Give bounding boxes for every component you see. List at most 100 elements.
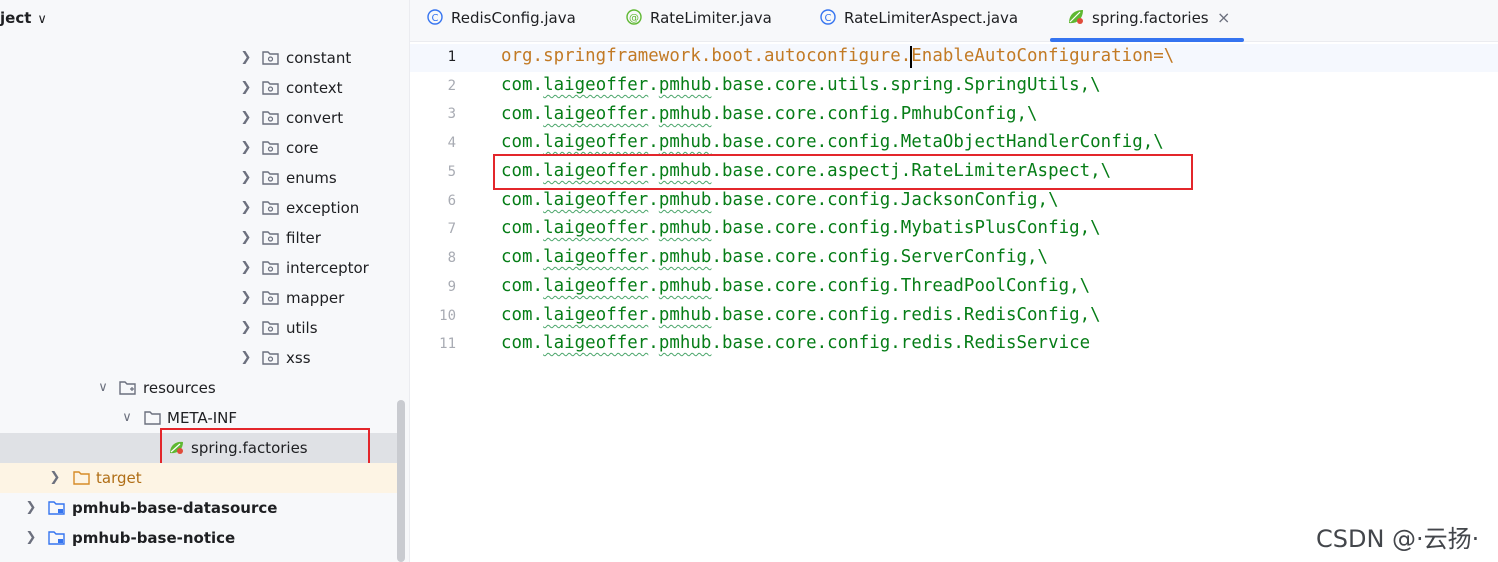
- tab-label: RateLimiter.java: [650, 9, 772, 27]
- chevron-down-icon[interactable]: ∨: [37, 12, 47, 27]
- svg-text:C: C: [432, 13, 439, 24]
- tree-folder-resources[interactable]: ∨ resources: [0, 373, 400, 403]
- package-icon: [262, 81, 279, 95]
- chevron-right-icon[interactable]: ❯: [239, 193, 253, 223]
- code-line-7[interactable]: com.laigeoffer.pmhub.base.core.config.My…: [501, 218, 1101, 238]
- line-number: 5: [447, 164, 456, 180]
- code-text: .base.core.config.JacksonConfig,\: [711, 190, 1059, 210]
- code-line-2[interactable]: com.laigeoffer.pmhub.base.core.utils.spr…: [501, 75, 1101, 95]
- class-icon: C: [820, 9, 836, 25]
- line-number: 3: [447, 106, 456, 122]
- package-icon: [262, 201, 279, 215]
- tree-label: utils: [286, 319, 318, 337]
- code-text: .: [648, 333, 659, 353]
- package-icon: [262, 291, 279, 305]
- tree-folder-enums[interactable]: ❯ enums: [0, 163, 400, 193]
- code-typo: laigeoffer: [543, 190, 649, 210]
- tree-label: resources: [143, 379, 216, 397]
- chevron-right-icon[interactable]: ❯: [239, 253, 253, 283]
- code-line-3[interactable]: com.laigeoffer.pmhub.base.core.config.Pm…: [501, 104, 1038, 124]
- package-icon: [262, 231, 279, 245]
- code-text: .: [648, 75, 659, 95]
- package-icon: [262, 321, 279, 335]
- tree-folder-xss[interactable]: ❯ xss: [0, 343, 400, 373]
- code-typo: laigeoffer: [543, 104, 649, 124]
- chevron-right-icon[interactable]: ❯: [24, 523, 38, 553]
- line-number: 7: [447, 221, 456, 237]
- tree-folder-constant[interactable]: ❯ constant: [0, 43, 400, 73]
- chevron-right-icon[interactable]: ❯: [48, 463, 62, 493]
- code-text: com.: [501, 132, 544, 152]
- project-header[interactable]: ject ∨: [0, 0, 409, 36]
- tree-folder-utils[interactable]: ❯ utils: [0, 313, 400, 343]
- tree-folder-filter[interactable]: ❯ filter: [0, 223, 400, 253]
- tree-label: mapper: [286, 289, 345, 307]
- annotation-icon: @: [626, 9, 642, 25]
- tree-folder-target[interactable]: ❯ target: [0, 463, 400, 493]
- tab-spring-factories[interactable]: spring.factories ×: [1068, 0, 1248, 41]
- chevron-right-icon[interactable]: ❯: [239, 43, 253, 73]
- tree-module-datasource[interactable]: ❯ pmhub-base-datasource: [0, 493, 400, 523]
- text-caret: [910, 46, 912, 68]
- code-text: .base.core.config.redis.RedisConfig,\: [711, 305, 1101, 325]
- tree-label: context: [286, 79, 343, 97]
- code-text: .: [648, 190, 659, 210]
- tree-folder-core[interactable]: ❯ core: [0, 133, 400, 163]
- tree-folder-mapper[interactable]: ❯ mapper: [0, 283, 400, 313]
- code-line-6[interactable]: com.laigeoffer.pmhub.base.core.config.Ja…: [501, 190, 1059, 210]
- code-text: .base.core.config.PmhubConfig,\: [711, 104, 1038, 124]
- code-line-11[interactable]: com.laigeoffer.pmhub.base.core.config.re…: [501, 333, 1090, 353]
- chevron-right-icon[interactable]: ❯: [239, 313, 253, 343]
- project-sidebar: ject ∨ ❯ constant ❯ context ❯ convert ❯ c…: [0, 0, 410, 562]
- tab-label: spring.factories: [1092, 9, 1209, 27]
- code-line-9[interactable]: com.laigeoffer.pmhub.base.core.config.Th…: [501, 276, 1090, 296]
- chevron-right-icon[interactable]: ❯: [239, 223, 253, 253]
- chevron-down-icon[interactable]: ∨: [120, 403, 134, 433]
- tree-module-notice[interactable]: ❯ pmhub-base-notice: [0, 523, 400, 553]
- chevron-right-icon[interactable]: ❯: [239, 343, 253, 373]
- tree-folder-interceptor[interactable]: ❯ interceptor: [0, 253, 400, 283]
- tree-folder-exception[interactable]: ❯ exception: [0, 193, 400, 223]
- code-text: com.: [501, 333, 544, 353]
- chevron-right-icon[interactable]: ❯: [239, 283, 253, 313]
- code-text: .: [648, 276, 659, 296]
- package-icon: [262, 261, 279, 275]
- chevron-right-icon[interactable]: ❯: [24, 493, 38, 523]
- chevron-down-icon[interactable]: ∨: [96, 373, 110, 403]
- spring-icon: [1069, 10, 1083, 24]
- tree-folder-convert[interactable]: ❯ convert: [0, 103, 400, 133]
- code-line-1[interactable]: org.springframework.boot.autoconfigure.E…: [501, 46, 1174, 66]
- tree-label: interceptor: [286, 259, 369, 277]
- tree-folder-context[interactable]: ❯ context: [0, 73, 400, 103]
- code-text: org.springframework.boot.autoconfigure.E…: [501, 46, 1175, 66]
- chevron-right-icon[interactable]: ❯: [239, 133, 253, 163]
- code-typo: laigeoffer: [543, 276, 649, 296]
- tree-label: pmhub-base-datasource: [72, 499, 278, 517]
- sidebar-scrollbar[interactable]: [397, 400, 405, 562]
- code-line-4[interactable]: com.laigeoffer.pmhub.base.core.config.Me…: [501, 132, 1164, 152]
- package-icon: [262, 171, 279, 185]
- chevron-right-icon[interactable]: ❯: [239, 103, 253, 133]
- close-icon[interactable]: ×: [1217, 0, 1230, 36]
- package-icon: [262, 351, 279, 365]
- code-typo: pmhub: [658, 247, 712, 267]
- code-text: .: [648, 218, 659, 238]
- package-icon: [262, 51, 279, 65]
- code-typo: pmhub: [658, 104, 712, 124]
- tree-label: target: [96, 469, 142, 487]
- line-number: 6: [447, 193, 456, 209]
- package-icon: [262, 111, 279, 125]
- chevron-right-icon[interactable]: ❯: [239, 163, 253, 193]
- folder-icon: [73, 471, 90, 485]
- chevron-right-icon[interactable]: ❯: [239, 73, 253, 103]
- module-icon: [48, 501, 65, 515]
- line-number: 4: [447, 135, 456, 151]
- active-tab-indicator: [1050, 38, 1244, 42]
- code-line-10[interactable]: com.laigeoffer.pmhub.base.core.config.re…: [501, 305, 1101, 325]
- code-line-8[interactable]: com.laigeoffer.pmhub.base.core.config.Se…: [501, 247, 1048, 267]
- tree-label: constant: [286, 49, 352, 67]
- line-number-gutter: 1 2 3 4 5 6 7 8 9 10 11: [410, 42, 497, 562]
- code-text: com.: [501, 104, 544, 124]
- code-typo: pmhub: [658, 132, 712, 152]
- line-number: 8: [447, 250, 456, 266]
